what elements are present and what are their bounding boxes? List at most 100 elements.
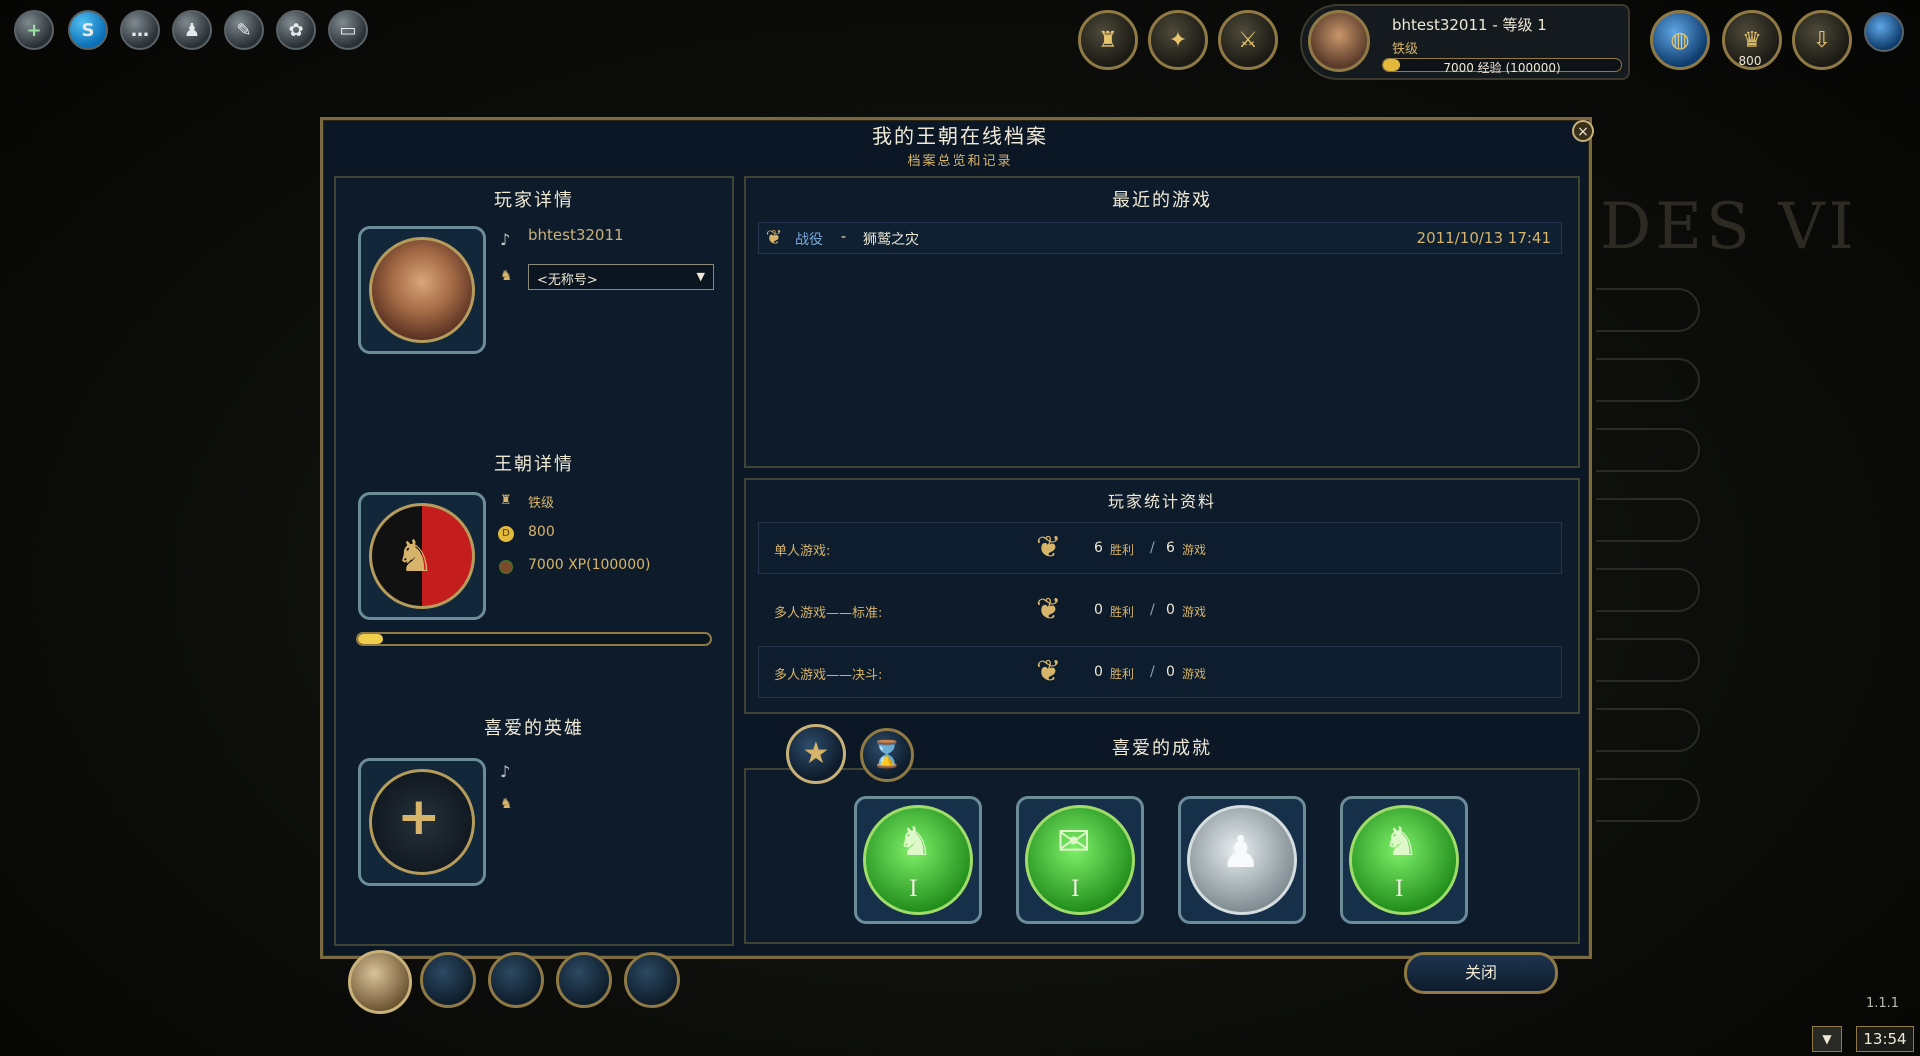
recent-game-separator: - [841, 229, 847, 245]
small-globe-icon[interactable] [1864, 12, 1904, 52]
globe-icon[interactable]: ◍ [1650, 10, 1710, 70]
name-icon: ♪ [500, 230, 511, 249]
stat-games: 6 [1166, 540, 1175, 556]
close-button[interactable]: 关闭 [1404, 952, 1558, 994]
recent-game-name: 狮鹫之灾 [863, 232, 919, 248]
dynasty-xp-fill [358, 634, 383, 644]
laurel-icon: ❦ [1036, 654, 1062, 689]
griffin-icon: ♞ [395, 531, 435, 582]
recent-game-row[interactable]: ❦ 战役 - 狮鹫之灾 2011/10/13 17:41 [758, 222, 1562, 254]
tab-laurel[interactable] [556, 952, 612, 1008]
background-menu-item [1596, 708, 1700, 752]
stat-wins-label: 胜利 [1110, 667, 1135, 681]
group-icon[interactable]: ✿ [276, 10, 316, 50]
stat-label: 多人游戏——标准: [774, 606, 883, 621]
recent-games-heading: 最近的游戏 [1112, 190, 1212, 211]
player-stats-heading: 玩家统计资料 [1107, 492, 1216, 511]
achievement-tab-star[interactable]: ★ [786, 724, 846, 784]
gold-icon: D [498, 526, 514, 542]
stat-sep: / [1150, 540, 1155, 556]
clock: 13:54 [1856, 1026, 1914, 1052]
laurel-icon: ❦ [765, 225, 783, 249]
version-label: 1.1.1 [1866, 996, 1900, 1011]
chat-icon[interactable]: … [120, 10, 160, 50]
chevron-down-icon[interactable]: ▼ [1812, 1026, 1842, 1052]
hero-name-icon: ♪ [500, 762, 511, 781]
stat-wins-label: 胜利 [1110, 605, 1135, 619]
document-icon[interactable]: ▭ [328, 10, 368, 50]
tab-trophy[interactable] [624, 952, 680, 1008]
hud-player-panel: bhtest32011 - 等级 1 铁级 7000 经验 (100000) [1300, 4, 1630, 80]
add-icon[interactable]: + [14, 10, 54, 50]
rank-icon: ♜ [500, 493, 512, 508]
title-select-value: <无称号> [537, 273, 598, 288]
stat-label: 单人游戏: [774, 544, 831, 559]
stat-games-label: 游戏 [1182, 605, 1207, 619]
dynasty-details-heading: 王朝详情 [494, 454, 574, 475]
tab-profile[interactable] [348, 950, 412, 1014]
title-icon: ♞ [500, 268, 513, 284]
xp-icon [499, 560, 513, 574]
achievement-numeral: I [909, 877, 918, 902]
stat-wins-label: 胜利 [1110, 543, 1135, 557]
background-menu-item [1596, 638, 1700, 682]
achievement-slot[interactable]: ♟ [1178, 796, 1306, 924]
stat-games-label: 游戏 [1182, 543, 1207, 557]
dynasty-xp-bar [356, 632, 712, 646]
tab-book[interactable] [488, 952, 544, 1008]
tab-heroes[interactable] [420, 952, 476, 1008]
stat-games: 0 [1166, 664, 1175, 680]
background-menu-item [1596, 428, 1700, 472]
favorite-hero-heading: 喜爱的英雄 [484, 718, 584, 739]
background-menu-item [1596, 498, 1700, 542]
close-button-label: 关闭 [1464, 963, 1497, 982]
pawn-achievement-icon: ♟ [1221, 827, 1261, 878]
stat-wins: 6 [1094, 540, 1103, 556]
stat-games-label: 游戏 [1182, 667, 1207, 681]
dynasty-rank: 铁级 [528, 496, 555, 511]
player-name: bhtest32011 [528, 226, 624, 244]
background-menu-item [1596, 568, 1700, 612]
avatar[interactable] [1308, 10, 1370, 72]
achievements-heading: 喜爱的成就 [1112, 738, 1212, 759]
battle-icon[interactable]: ⚔ [1218, 10, 1278, 70]
stat-sep: / [1150, 602, 1155, 618]
notes-icon[interactable]: ✎ [224, 10, 264, 50]
stat-wins: 0 [1094, 664, 1103, 680]
throne-icon[interactable]: ♜ [1078, 10, 1138, 70]
dialog-title: 我的王朝在线档案 [872, 124, 1048, 148]
dynasty-xp: 7000 XP(100000) [528, 557, 651, 573]
skype-icon[interactable]: S [68, 10, 108, 50]
download-icon[interactable]: ⇩ [1792, 10, 1852, 70]
laurel-icon: ❦ [1036, 592, 1062, 627]
achievement-tab-hourglass[interactable]: ⌛ [860, 728, 914, 782]
hero-class-icon: ♞ [500, 796, 513, 812]
achievement-numeral: I [1395, 877, 1404, 902]
favorite-hero-slot[interactable]: + [358, 758, 486, 886]
scroll-achievement-icon: ✉ [1057, 819, 1091, 865]
hud-gold: 800 [1738, 54, 1762, 68]
chevron-down-icon: ▼ [696, 270, 705, 283]
achievement-numeral: I [1071, 877, 1080, 902]
background-menu-item [1596, 358, 1700, 402]
skills-icon[interactable]: ✦ [1148, 10, 1208, 70]
dynasty-emblem: ♞ [358, 492, 486, 620]
recent-game-date: 2011/10/13 17:41 [1416, 229, 1551, 247]
title-select[interactable]: <无称号> ▼ [528, 264, 714, 290]
stat-wins: 0 [1094, 602, 1103, 618]
friends-icon[interactable]: ♟ [172, 10, 212, 50]
background-logo-text: DES VI [1600, 190, 1858, 264]
background-menu-item [1596, 288, 1700, 332]
recent-game-mode: 战役 [795, 232, 823, 248]
add-hero-icon: + [397, 787, 441, 847]
achievement-slot[interactable]: ♞ I [854, 796, 982, 924]
achievement-slot[interactable]: ✉ I [1016, 796, 1144, 924]
hud-xp-text: 7000 经验 (100000) [1443, 61, 1561, 75]
hud-player-line: bhtest32011 - 等级 1 [1392, 16, 1547, 34]
achievement-slot[interactable]: ♞ I [1340, 796, 1468, 924]
close-icon[interactable]: × [1572, 120, 1594, 142]
player-portrait [358, 226, 486, 354]
clock-text: 13:54 [1863, 1030, 1907, 1048]
hero-achievement-icon: ♞ [1383, 819, 1419, 865]
dialog-subtitle: 档案总览和记录 [907, 154, 1013, 169]
